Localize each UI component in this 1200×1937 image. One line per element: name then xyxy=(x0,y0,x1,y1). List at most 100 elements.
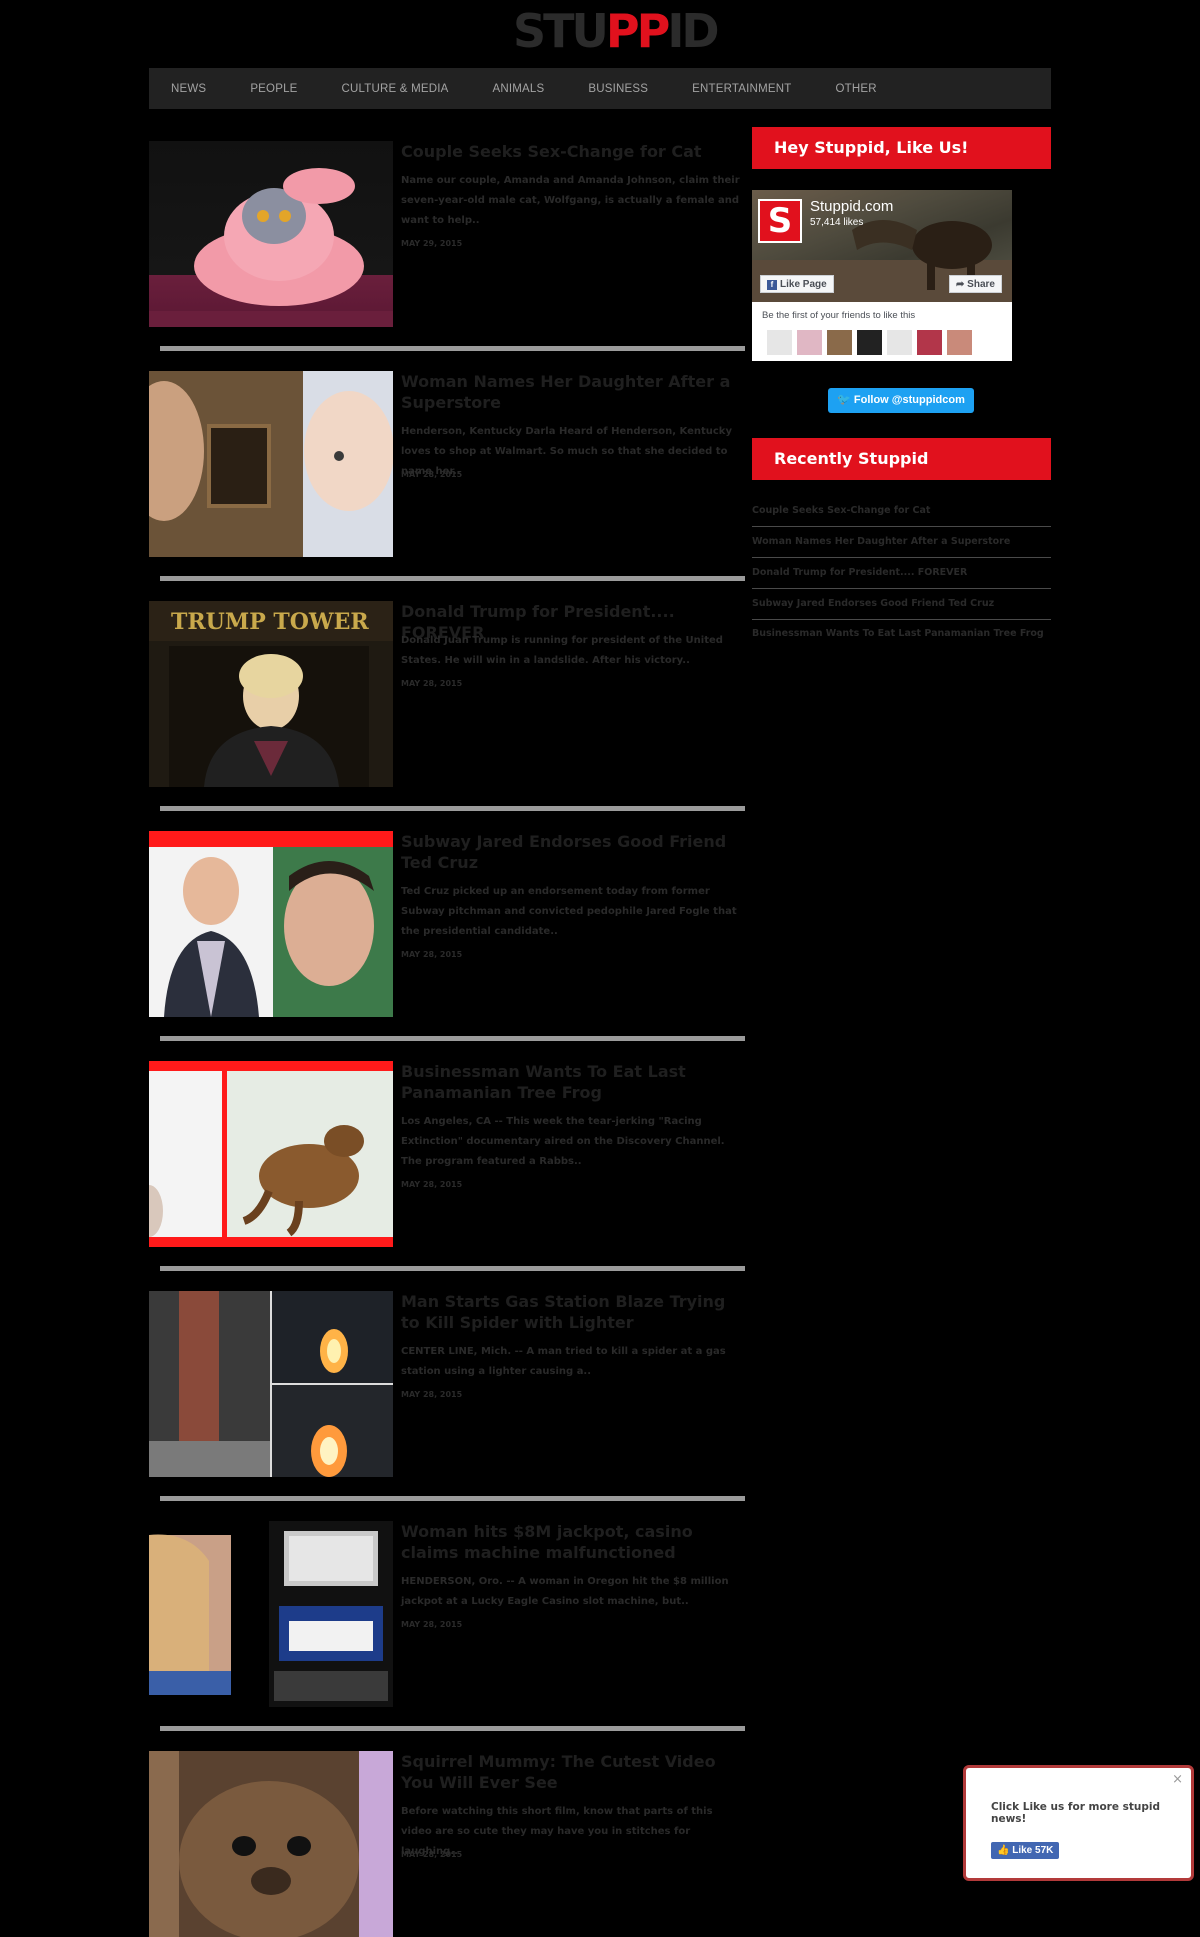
article-title[interactable]: Woman Names Her Daughter After a Superst… xyxy=(401,371,741,413)
article-date: MAY 28, 2015 xyxy=(401,1390,463,1399)
article-title[interactable]: Squirrel Mummy: The Cutest Video You Wil… xyxy=(401,1751,741,1793)
friends-like-text: Be the first of your friends to like thi… xyxy=(762,310,916,321)
logo-text-start: STU xyxy=(513,4,609,58)
article-title[interactable]: Couple Seeks Sex-Change for Cat xyxy=(401,141,741,162)
share-label: Share xyxy=(967,279,995,290)
close-icon[interactable]: × xyxy=(1172,1772,1183,1787)
article-thumbnail[interactable]: TRUMP TOWER xyxy=(149,601,393,787)
facebook-like-page-button[interactable]: f Like Page xyxy=(760,275,834,293)
site-logo[interactable]: STU PP ID xyxy=(513,4,720,58)
article-excerpt: Los Angeles, CA -- This week the tear-je… xyxy=(401,1116,725,1167)
recent-post-link[interactable]: Woman Names Her Daughter After a Superst… xyxy=(752,527,1051,558)
cat-in-dress-image xyxy=(149,168,393,327)
recent-post-link[interactable]: Donald Trump for President.... FOREVER xyxy=(752,558,1051,589)
recent-post-link[interactable]: Businessman Wants To Eat Last Panamanian… xyxy=(752,619,1051,649)
article-thumbnail[interactable] xyxy=(149,831,393,1017)
nav-business[interactable]: BUSINESS xyxy=(588,83,648,95)
popup-message: Click Like us for more stupid news! xyxy=(991,1801,1161,1825)
article-thumbnail[interactable] xyxy=(149,141,393,327)
twitter-follow-button[interactable]: 🐦 Follow @stuppidcom xyxy=(828,388,974,413)
stuppid-page-logo[interactable]: S xyxy=(758,199,802,243)
article-divider xyxy=(160,346,745,351)
squirrel-mummy-image xyxy=(149,1751,393,1937)
facebook-icon: f xyxy=(767,280,777,290)
facebook-page-widget: S Stuppid.com 57,414 likes f Like Page ➦ … xyxy=(752,190,1012,361)
article-title[interactable]: Businessman Wants To Eat Last Panamanian… xyxy=(401,1061,741,1103)
facebook-like-count: 57,414 likes xyxy=(810,217,864,228)
article-excerpt: CENTER LINE, Mich. -- A man tried to kil… xyxy=(401,1346,726,1377)
svg-text:TRUMP TOWER: TRUMP TOWER xyxy=(171,609,369,635)
twitter-bird-icon: 🐦 xyxy=(837,394,854,406)
share-icon: ➦ xyxy=(956,279,968,290)
popup-like-button[interactable]: 👍 Like 57K xyxy=(991,1842,1060,1859)
recent-post-link[interactable]: Couple Seeks Sex-Change for Cat xyxy=(752,496,1051,527)
avatar[interactable] xyxy=(917,330,942,355)
nav-people[interactable]: PEOPLE xyxy=(250,83,297,95)
facebook-share-button[interactable]: ➦ Share xyxy=(949,275,1002,293)
article-divider xyxy=(160,1266,745,1271)
nav-other[interactable]: OTHER xyxy=(835,83,876,95)
friend-avatars xyxy=(767,330,972,355)
nav-news[interactable]: NEWS xyxy=(171,83,206,95)
article-thumbnail[interactable] xyxy=(149,1061,393,1247)
popup-like-label: Like 57K xyxy=(1012,1845,1054,1856)
article-title[interactable]: Woman hits $8M jackpot, casino claims ma… xyxy=(401,1521,741,1563)
recently-stuppid-heading: Recently Stuppid xyxy=(752,438,1051,480)
woman-and-baby-image xyxy=(149,371,393,557)
article-date: MAY 29, 2015 xyxy=(401,239,463,248)
twitter-follow-label: Follow @stuppidcom xyxy=(853,394,965,406)
article-item: Man Starts Gas Station Blaze Trying to K… xyxy=(149,1291,745,1477)
avatar[interactable] xyxy=(767,330,792,355)
article-thumbnail[interactable] xyxy=(149,1521,393,1707)
tree-frog-image xyxy=(149,1071,393,1237)
article-date: MAY 28, 2015 xyxy=(401,679,463,688)
article-item: Woman hits $8M jackpot, casino claims ma… xyxy=(149,1521,745,1707)
article-divider xyxy=(160,1036,745,1041)
article-excerpt: Donald Juan Trump is running for preside… xyxy=(401,635,723,666)
gas-station-fire-image xyxy=(149,1291,393,1477)
article-divider xyxy=(160,1496,745,1501)
facebook-cover-image[interactable]: S Stuppid.com 57,414 likes f Like Page ➦ … xyxy=(752,190,1012,302)
slot-machine-image xyxy=(149,1521,393,1707)
facebook-page-name[interactable]: Stuppid.com xyxy=(810,198,893,215)
article-date: MAY 28, 2015 xyxy=(401,1850,463,1859)
article-item: TRUMP TOWER Donald Trump for President..… xyxy=(149,601,745,787)
avatar[interactable] xyxy=(797,330,822,355)
logo-text-end: ID xyxy=(667,4,719,58)
article-item: Squirrel Mummy: The Cutest Video You Wil… xyxy=(149,1751,745,1937)
avatar[interactable] xyxy=(947,330,972,355)
nav-entertainment[interactable]: ENTERTAINMENT xyxy=(692,83,791,95)
article-thumbnail[interactable] xyxy=(149,371,393,557)
article-thumbnail[interactable] xyxy=(149,1291,393,1477)
article-divider xyxy=(160,806,745,811)
article-item: Woman Names Her Daughter After a Superst… xyxy=(149,371,745,557)
article-title[interactable]: Subway Jared Endorses Good Friend Ted Cr… xyxy=(401,831,741,873)
article-date: MAY 28, 2015 xyxy=(401,1180,463,1189)
article-item: Couple Seeks Sex-Change for Cat Name our… xyxy=(149,141,745,327)
like-us-heading: Hey Stuppid, Like Us! xyxy=(752,127,1051,169)
nav-animals[interactable]: ANIMALS xyxy=(493,83,545,95)
article-item: Subway Jared Endorses Good Friend Ted Cr… xyxy=(149,831,745,1017)
article-excerpt: HENDERSON, Oro. -- A woman in Oregon hit… xyxy=(401,1576,729,1607)
avatar[interactable] xyxy=(887,330,912,355)
trump-tower-image: TRUMP TOWER xyxy=(149,601,393,787)
avatar[interactable] xyxy=(857,330,882,355)
like-popup: × Click Like us for more stupid news! 👍 … xyxy=(963,1765,1194,1881)
article-divider xyxy=(160,576,745,581)
article-thumbnail[interactable] xyxy=(149,1751,393,1937)
article-item: Businessman Wants To Eat Last Panamanian… xyxy=(149,1061,745,1247)
nav-culture-media[interactable]: CULTURE & MEDIA xyxy=(342,83,449,95)
article-date: MAY 28, 2015 xyxy=(401,470,463,479)
avatar[interactable] xyxy=(827,330,852,355)
page-logo-letter: S xyxy=(760,201,800,241)
article-excerpt: Ted Cruz picked up an endorsement today … xyxy=(401,886,737,937)
article-title[interactable]: Man Starts Gas Station Blaze Trying to K… xyxy=(401,1291,741,1333)
recent-post-link[interactable]: Subway Jared Endorses Good Friend Ted Cr… xyxy=(752,589,1051,620)
article-date: MAY 28, 2015 xyxy=(401,950,463,959)
main-nav: NEWS PEOPLE CULTURE & MEDIA ANIMALS BUSI… xyxy=(149,68,1051,109)
article-divider xyxy=(160,1726,745,1731)
article-date: MAY 28, 2015 xyxy=(401,1620,463,1629)
jared-and-cruz-image xyxy=(149,831,393,1017)
thumbs-up-icon: 👍 xyxy=(997,1845,1013,1856)
article-excerpt: Name our couple, Amanda and Amanda Johns… xyxy=(401,175,740,226)
